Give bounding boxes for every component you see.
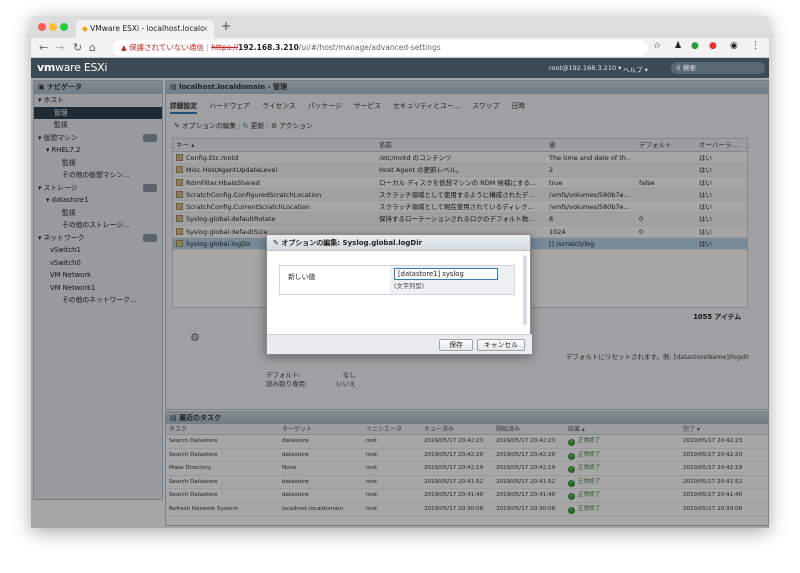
url-path: /ui/#/host/manage/advanced-settings (298, 43, 441, 52)
forward-icon[interactable]: → (55, 41, 64, 54)
browser-tab[interactable]: ◆ VMware ESXi - localhost.localc × (76, 20, 214, 38)
home-icon[interactable]: ⌂ (89, 41, 96, 54)
search-icon: ⚲ (676, 64, 683, 72)
user-menu[interactable]: root@192.168.3.210 ▾ (549, 64, 621, 72)
favicon-icon: ◆ (82, 24, 91, 33)
window-controls (38, 23, 71, 33)
minimize-window-button[interactable] (49, 23, 57, 31)
url-protocol: https:// (211, 43, 239, 52)
new-value-label: 新しい値 (288, 273, 316, 281)
dialog-scrollbar[interactable] (523, 255, 527, 325)
vmware-logo: vmware ESXi (37, 61, 108, 74)
save-button[interactable]: 保存 (439, 339, 473, 351)
dialog-buttons: 保存 キャンセル (267, 334, 532, 354)
adblock-icon[interactable]: ● (709, 41, 717, 51)
evernote-icon[interactable]: ● (691, 41, 699, 51)
profile-icon[interactable]: ◉ (730, 41, 738, 51)
search-placeholder: 検索 (682, 64, 696, 72)
value-type: (文字列型) (394, 283, 425, 290)
dialog-title: ✎ オプションの編集: Syslog.global.logDir (267, 235, 530, 251)
new-value-input[interactable]: [datastore1] syslog (394, 268, 498, 280)
reload-icon[interactable]: ↻ (73, 41, 82, 54)
close-tab-icon[interactable]: × (202, 20, 208, 38)
value-cell: [datastore1] syslog (文字列型) (390, 266, 514, 294)
tab-bar: ◆ VMware ESXi - localhost.localc × + (31, 16, 769, 38)
search-input[interactable]: ⚲ 検索 (671, 62, 765, 74)
tab-title: VMware ESXi - localhost.localc (90, 24, 205, 33)
star-icon[interactable]: ☆ (653, 41, 661, 51)
url-host: 192.168.3.210 (238, 43, 299, 52)
close-window-button[interactable] (38, 23, 46, 31)
back-icon[interactable]: ← (39, 41, 48, 54)
help-menu[interactable]: ヘルプ ▾ (623, 64, 648, 74)
app-header: vmware ESXi root@192.168.3.210 ▾ ヘルプ ▾ ⚲… (31, 58, 769, 78)
menu-icon[interactable]: ⋮ (751, 41, 760, 51)
dialog-title-text: オプションの編集: Syslog.global.logDir (281, 239, 423, 247)
dialog-form: 新しい値 [datastore1] syslog (文字列型) (279, 265, 515, 295)
extension-icon[interactable]: ♟ (674, 41, 682, 51)
warning-icon: ▲ (121, 43, 130, 52)
cancel-button[interactable]: キャンセル (477, 339, 525, 351)
insecure-label: 保護されていない通信 (129, 43, 204, 52)
zoom-window-button[interactable] (60, 23, 68, 31)
edit-option-dialog: ✎ オプションの編集: Syslog.global.logDir 新しい値 [d… (266, 234, 532, 355)
new-tab-button[interactable]: + (221, 19, 231, 33)
address-bar-row: ← → ↻ ⌂ ▲ 保護されていない通信 | https://192.168.3… (31, 38, 769, 58)
url-field[interactable]: ▲ 保護されていない通信 | https://192.168.3.210/ui/… (113, 40, 648, 56)
